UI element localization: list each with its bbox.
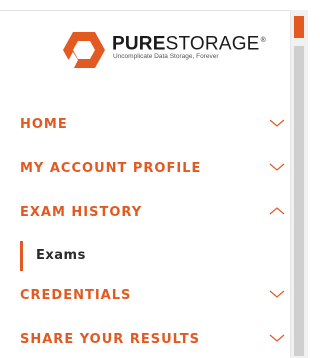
vertical-scrollbar[interactable] xyxy=(290,10,308,358)
nav-item-my-account-profile-label: MY ACCOUNT PROFILE xyxy=(20,161,202,176)
active-indicator xyxy=(20,241,23,271)
sidebar-nav: HOME MY ACCOUNT PROFILE EXAM HISTORY Exa… xyxy=(0,0,290,358)
scrollbar-up-button[interactable] xyxy=(294,16,304,38)
nav-item-exam-history-label: EXAM HISTORY xyxy=(20,205,143,220)
nav-subitem-exams-label: Exams xyxy=(36,248,86,263)
chevron-down-icon[interactable] xyxy=(269,162,285,172)
chevron-down-icon[interactable] xyxy=(269,289,285,299)
nav-subitem-exams[interactable]: Exams xyxy=(20,241,270,271)
chevron-up-icon[interactable] xyxy=(269,206,285,216)
nav-item-credentials[interactable]: CREDENTIALS xyxy=(0,282,290,312)
nav-item-home[interactable]: HOME xyxy=(0,111,290,141)
scrollbar-track[interactable] xyxy=(294,46,304,356)
nav-item-my-account-profile[interactable]: MY ACCOUNT PROFILE xyxy=(0,155,290,185)
nav-item-share-your-results[interactable]: SHARE YOUR RESULTS xyxy=(0,326,290,356)
nav-item-share-your-results-label: SHARE YOUR RESULTS xyxy=(20,332,200,347)
chevron-down-icon[interactable] xyxy=(269,118,285,128)
nav-item-credentials-label: CREDENTIALS xyxy=(20,288,132,303)
nav-item-exam-history[interactable]: EXAM HISTORY xyxy=(0,199,290,229)
nav-item-home-label: HOME xyxy=(20,117,68,132)
chevron-down-icon[interactable] xyxy=(269,333,285,343)
